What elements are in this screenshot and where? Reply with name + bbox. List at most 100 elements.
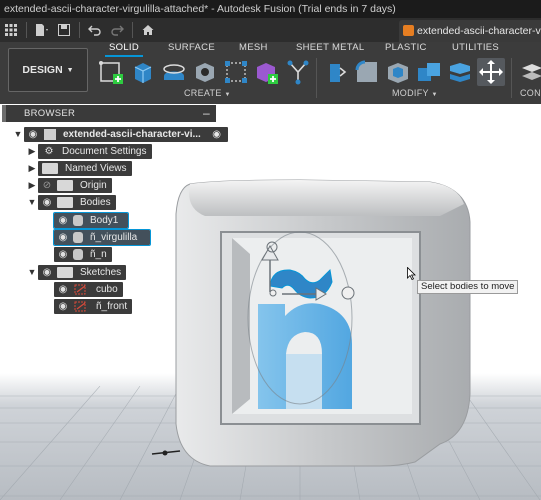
browser-root-node[interactable]: ▼ ◉ extended-ascii-character-vi... ◉ <box>12 126 228 142</box>
eye-icon[interactable]: ◉ <box>40 197 54 208</box>
browser-item-sketch-cubo[interactable]: ◉ cubo <box>54 281 123 297</box>
browser-collapse-handle[interactable] <box>2 105 6 122</box>
browser-item-virgulilla[interactable]: ◉ ñ_virgulilla <box>53 228 151 246</box>
undo-icon[interactable] <box>84 19 106 41</box>
tooltip: Select bodies to move <box>417 280 519 294</box>
tab-plastic[interactable]: PLASTIC <box>385 42 427 54</box>
n-body[interactable] <box>258 303 352 409</box>
browser-item-label: Sketches <box>80 266 122 278</box>
browser-item-label: cubo <box>96 283 118 295</box>
browser-item-sketches[interactable]: ▼ ◉ Sketches <box>26 264 127 280</box>
offset-plane-icon[interactable] <box>518 58 541 86</box>
tab-solid[interactable]: SOLID <box>104 42 144 57</box>
document-tab-label: extended-ascii-character-virgulilla <box>417 25 541 37</box>
document-cube-icon <box>403 25 414 36</box>
browser-item-sketch-front[interactable]: ◉ ñ_front <box>54 298 133 314</box>
folder-icon <box>42 162 58 174</box>
chevron-right-icon[interactable]: ▶ <box>26 146 38 157</box>
eye-icon[interactable]: ◉ <box>40 267 54 278</box>
tab-sheet-metal[interactable]: SHEET METAL <box>296 42 364 54</box>
fillet-icon[interactable] <box>353 58 381 86</box>
create-form-icon[interactable] <box>253 58 281 86</box>
redo-icon[interactable] <box>106 19 128 41</box>
chevron-down-icon[interactable]: ▼ <box>26 267 38 277</box>
browser-item-label: Origin <box>80 179 107 191</box>
extrude-icon[interactable] <box>129 58 157 86</box>
eye-icon[interactable]: ◉ <box>56 249 70 260</box>
create-group-label[interactable]: CREATE ▼ <box>184 88 231 98</box>
browser-item-n[interactable]: ◉ ñ_n <box>54 246 112 262</box>
derive-icon[interactable] <box>284 58 312 86</box>
window-title-bar: extended-ascii-character-virgulilla-atta… <box>0 0 541 18</box>
toolbar-divider <box>26 22 27 38</box>
browser-item-body1[interactable]: ◉ Body1 <box>53 211 129 229</box>
browser-item-label: Document Settings <box>62 145 147 157</box>
folder-icon <box>57 179 73 191</box>
create-group-text: CREATE <box>184 88 222 98</box>
window-title: extended-ascii-character-virgulilla-atta… <box>4 3 396 15</box>
eye-icon[interactable]: ◉ <box>56 232 70 243</box>
combine-icon[interactable] <box>415 58 443 86</box>
browser-item-label: ñ_virgulilla <box>90 231 138 243</box>
modify-group-text: MODIFY <box>392 88 429 98</box>
chevron-down-icon[interactable]: ▼ <box>12 129 24 139</box>
browser-item-label: ñ_n <box>90 248 107 260</box>
body-icon <box>73 248 83 260</box>
shell-icon[interactable] <box>384 58 412 86</box>
revolve-icon[interactable] <box>160 58 188 86</box>
tab-mesh[interactable]: MESH <box>239 42 268 54</box>
gear-icon: ⚙ <box>44 145 54 157</box>
browser-title: BROWSER <box>24 108 76 119</box>
folder-icon <box>57 196 73 208</box>
tab-surface[interactable]: SURFACE <box>168 42 215 54</box>
minimize-icon[interactable]: – <box>203 105 210 122</box>
eye-hidden-icon[interactable]: ⊘ <box>40 180 54 191</box>
tab-utilities[interactable]: UTILITIES <box>452 42 499 54</box>
tooltip-text: Select bodies to move <box>421 281 515 292</box>
sketch-icon <box>74 284 86 294</box>
body-icon <box>73 214 83 226</box>
browser-item-document-settings[interactable]: ▶ ⚙ Document Settings <box>26 143 152 159</box>
ribbon: DESIGN ▼ SOLID SURFACE MESH SHEET METAL … <box>0 42 541 104</box>
component-icon <box>44 128 56 140</box>
construct-group-label[interactable]: CONF <box>520 88 541 98</box>
eye-icon[interactable]: ◉ <box>26 129 40 140</box>
ribbon-group-divider <box>511 58 512 98</box>
press-pull-icon[interactable] <box>322 58 350 86</box>
split-body-icon[interactable] <box>446 58 474 86</box>
chevron-right-icon[interactable]: ▶ <box>26 180 38 191</box>
chevron-down-icon: ▼ <box>431 92 438 98</box>
browser-item-origin[interactable]: ▶ ⊘ Origin <box>26 177 112 193</box>
body-icon <box>73 231 83 243</box>
browser-item-bodies[interactable]: ▼ ◉ Bodies <box>26 194 116 210</box>
pattern-icon[interactable] <box>222 58 250 86</box>
create-sketch-icon[interactable] <box>98 58 126 86</box>
browser-item-named-views[interactable]: ▶ Named Views <box>26 160 132 176</box>
file-menu-icon[interactable] <box>31 19 53 41</box>
save-icon[interactable] <box>53 19 75 41</box>
document-tab[interactable]: extended-ascii-character-virgulilla <box>399 20 541 42</box>
folder-icon <box>57 266 73 278</box>
browser-root-label: extended-ascii-character-vi... <box>63 128 201 140</box>
chevron-down-icon: ▼ <box>224 92 231 98</box>
eye-icon[interactable]: ◉ <box>56 284 70 295</box>
toolbar-divider <box>79 22 80 38</box>
ribbon-group-divider <box>316 58 317 98</box>
home-icon[interactable] <box>137 19 159 41</box>
app-grid-icon[interactable] <box>0 19 22 41</box>
origin-marker <box>151 450 181 456</box>
sketch-icon <box>74 301 86 311</box>
hole-icon[interactable] <box>191 58 219 86</box>
mouse-cursor-icon <box>407 267 416 280</box>
browser-item-label: Named Views <box>65 162 127 174</box>
browser-header[interactable]: BROWSER – <box>2 105 216 122</box>
modify-group-label[interactable]: MODIFY ▼ <box>392 88 438 98</box>
browser-item-label: Bodies <box>80 196 111 208</box>
chevron-down-icon[interactable]: ▼ <box>26 197 38 207</box>
workspace-switcher-button[interactable]: DESIGN ▼ <box>8 48 88 92</box>
move-copy-icon[interactable] <box>477 58 505 86</box>
activate-radio-icon[interactable]: ◉ <box>212 129 221 140</box>
eye-icon[interactable]: ◉ <box>56 301 70 312</box>
chevron-right-icon[interactable]: ▶ <box>26 163 38 174</box>
eye-icon[interactable]: ◉ <box>56 215 70 226</box>
